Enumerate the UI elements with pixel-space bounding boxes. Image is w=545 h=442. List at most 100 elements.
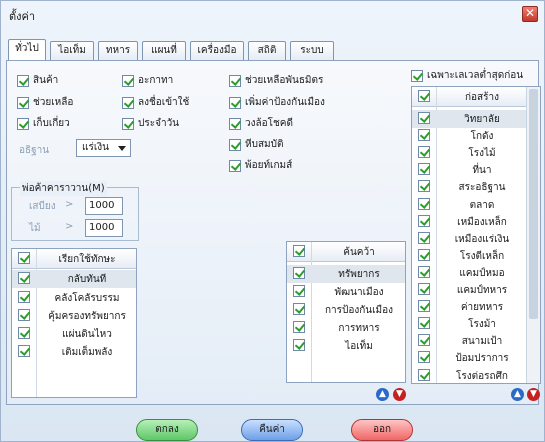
checkbox-icon[interactable] <box>122 117 134 130</box>
checkbox-icon[interactable] <box>18 272 30 284</box>
checkbox-only-lowest-level[interactable]: เฉพาะเลเวลต่ำสุดก่อน <box>411 68 523 82</box>
list-item[interactable]: การป้องกันเมือง <box>287 301 405 319</box>
list-item[interactable]: สนามเป้า <box>412 332 526 350</box>
checkbox-goods[interactable]: สินค้า <box>17 73 58 87</box>
tab-tools[interactable]: เครื่องมือ <box>190 41 244 61</box>
checkbox-icon[interactable] <box>418 351 430 364</box>
checkbox-icon[interactable] <box>418 265 430 278</box>
checkbox-help[interactable]: ช่วยเหลือ <box>17 95 73 109</box>
basis-select[interactable]: แร่เงิน <box>76 139 131 157</box>
tab-stats[interactable]: สถิติ <box>248 41 286 61</box>
exit-button[interactable]: ออก <box>351 419 413 441</box>
list-item[interactable]: ไอเท็ม <box>287 337 405 355</box>
select-all-checkbox[interactable] <box>293 245 305 257</box>
checkbox-icon[interactable] <box>293 285 305 297</box>
list-item[interactable]: คลังโคลัรบรรม <box>12 289 136 307</box>
checkbox-icon[interactable] <box>418 197 430 210</box>
checkbox-icon[interactable] <box>293 321 305 333</box>
list-item[interactable]: โรงต่อรถศึก <box>412 367 526 384</box>
list-item[interactable]: โรงม้า <box>412 315 526 333</box>
close-icon[interactable]: ✕ <box>522 6 538 22</box>
list-item[interactable]: เหมืองเหล็ก <box>412 213 526 231</box>
list-item[interactable]: พัฒนาเมือง <box>287 283 405 301</box>
tab-map[interactable]: แผนที่ <box>142 41 186 61</box>
checkbox-daily[interactable]: ประจำวัน <box>122 116 179 130</box>
checkbox-icon[interactable] <box>229 159 241 172</box>
checkbox-icon[interactable] <box>17 74 29 87</box>
checkbox-icon[interactable] <box>418 334 430 347</box>
checkbox-icon[interactable] <box>293 267 305 279</box>
list-item[interactable]: แคมป์หมอ <box>412 264 526 282</box>
checkbox-icon[interactable] <box>122 96 134 109</box>
checkbox-icon[interactable] <box>229 117 241 130</box>
checkbox-icon[interactable] <box>293 339 305 351</box>
merchant-food-input[interactable]: 1000 <box>85 197 123 215</box>
checkbox-icon[interactable] <box>18 309 30 321</box>
list-item[interactable]: กลับทันที <box>12 270 136 288</box>
research-move-down-icon[interactable]: ▼ <box>393 388 406 401</box>
select-all-checkbox[interactable] <box>418 90 430 102</box>
checkbox-icon[interactable] <box>418 146 430 159</box>
checkbox-icon[interactable] <box>18 327 30 339</box>
checkbox-login[interactable]: ลงชื่อเข้าใช้ <box>122 95 189 109</box>
checkbox-game-points[interactable]: พ้อยท์เกมส์ <box>229 158 292 172</box>
list-item[interactable]: โรงไม้ <box>412 144 526 162</box>
list-item[interactable]: แคมป์ทหาร <box>412 281 526 299</box>
tab-general[interactable]: ทั่วไป <box>8 39 46 61</box>
checkbox-icon[interactable] <box>229 138 241 151</box>
list-item[interactable]: ตลาด <box>412 196 526 214</box>
checkbox-icon[interactable] <box>17 96 29 109</box>
checkbox-icon[interactable] <box>229 74 241 87</box>
checkbox-icon[interactable] <box>418 129 430 142</box>
list-item[interactable]: คุ้มครองทรัพยากร <box>12 307 136 325</box>
checkbox-icon[interactable] <box>18 345 30 357</box>
checkbox-treasure-chest[interactable]: หีบสมบัติ <box>229 137 283 151</box>
checkbox-icon[interactable] <box>122 74 134 87</box>
checkbox-icon[interactable] <box>418 180 430 193</box>
list-item[interactable]: วิทยาลัย <box>412 110 526 128</box>
checkbox-icon[interactable] <box>18 291 30 303</box>
checkbox-icon[interactable] <box>418 248 430 261</box>
list-item[interactable]: เหมืองแร่เงิน <box>412 230 526 248</box>
checkbox-icon[interactable] <box>229 96 241 109</box>
research-move-up-icon[interactable]: ▲ <box>376 388 389 401</box>
list-item[interactable]: ค่ายทหาร <box>412 298 526 316</box>
checkbox-icon[interactable] <box>418 283 430 295</box>
checkbox-agatha[interactable]: อะกาทา <box>122 73 173 87</box>
checkbox-help-alliance[interactable]: ช่วยเหลือพันธมิตร <box>229 73 323 87</box>
tab-system[interactable]: ระบบ <box>290 41 334 61</box>
checkbox-icon[interactable] <box>411 69 423 82</box>
list-item[interactable]: เติมเต็มพลัง <box>12 343 136 361</box>
list-item[interactable]: ป้อมปราการ <box>412 349 526 367</box>
scrollbar-thumb[interactable] <box>529 89 538 319</box>
checkbox-city-defense[interactable]: เพิ่มค่าป้องกันเมือง <box>229 95 325 109</box>
checkbox-icon[interactable] <box>418 112 430 124</box>
tab-soldiers[interactable]: ทหาร <box>98 41 138 61</box>
list-item[interactable]: แผ่นดินไหว <box>12 325 136 343</box>
list-item[interactable]: โกดัง <box>412 127 526 145</box>
checkbox-lucky-wheel[interactable]: วงล้อโชคดี <box>229 116 293 130</box>
list-item[interactable]: สระอธิฐาน <box>412 178 526 196</box>
reset-button[interactable]: คืนค่า <box>241 419 303 441</box>
build-list-scrollbar[interactable] <box>526 87 540 383</box>
checkbox-icon[interactable] <box>418 163 430 176</box>
list-item[interactable]: โรงตีเหล็ก <box>412 247 526 265</box>
checkbox-icon[interactable] <box>418 368 430 381</box>
select-all-checkbox[interactable] <box>18 252 30 264</box>
checkbox-icon[interactable] <box>418 231 430 244</box>
checkbox-icon[interactable] <box>418 214 430 227</box>
list-item[interactable]: การทหาร <box>287 319 405 337</box>
ok-button[interactable]: ตกลง <box>136 419 198 441</box>
list-item[interactable]: ที่นา <box>412 161 526 179</box>
checkbox-icon[interactable] <box>418 300 430 313</box>
build-move-down-icon[interactable]: ▼ <box>527 388 540 401</box>
tab-items[interactable]: ไอเท็ม <box>50 41 94 61</box>
checkbox-harvest[interactable]: เก็บเกี่ยว <box>17 116 70 130</box>
build-move-up-icon[interactable]: ▲ <box>511 388 524 401</box>
checkbox-icon[interactable] <box>17 117 29 130</box>
checkbox-icon[interactable] <box>293 303 305 315</box>
checkbox-icon[interactable] <box>418 317 430 330</box>
merchant-wood-input[interactable]: 1000 <box>85 219 123 237</box>
list-item[interactable]: ทรัพยากร <box>287 265 405 283</box>
merchant-food-operator: > <box>65 199 74 210</box>
